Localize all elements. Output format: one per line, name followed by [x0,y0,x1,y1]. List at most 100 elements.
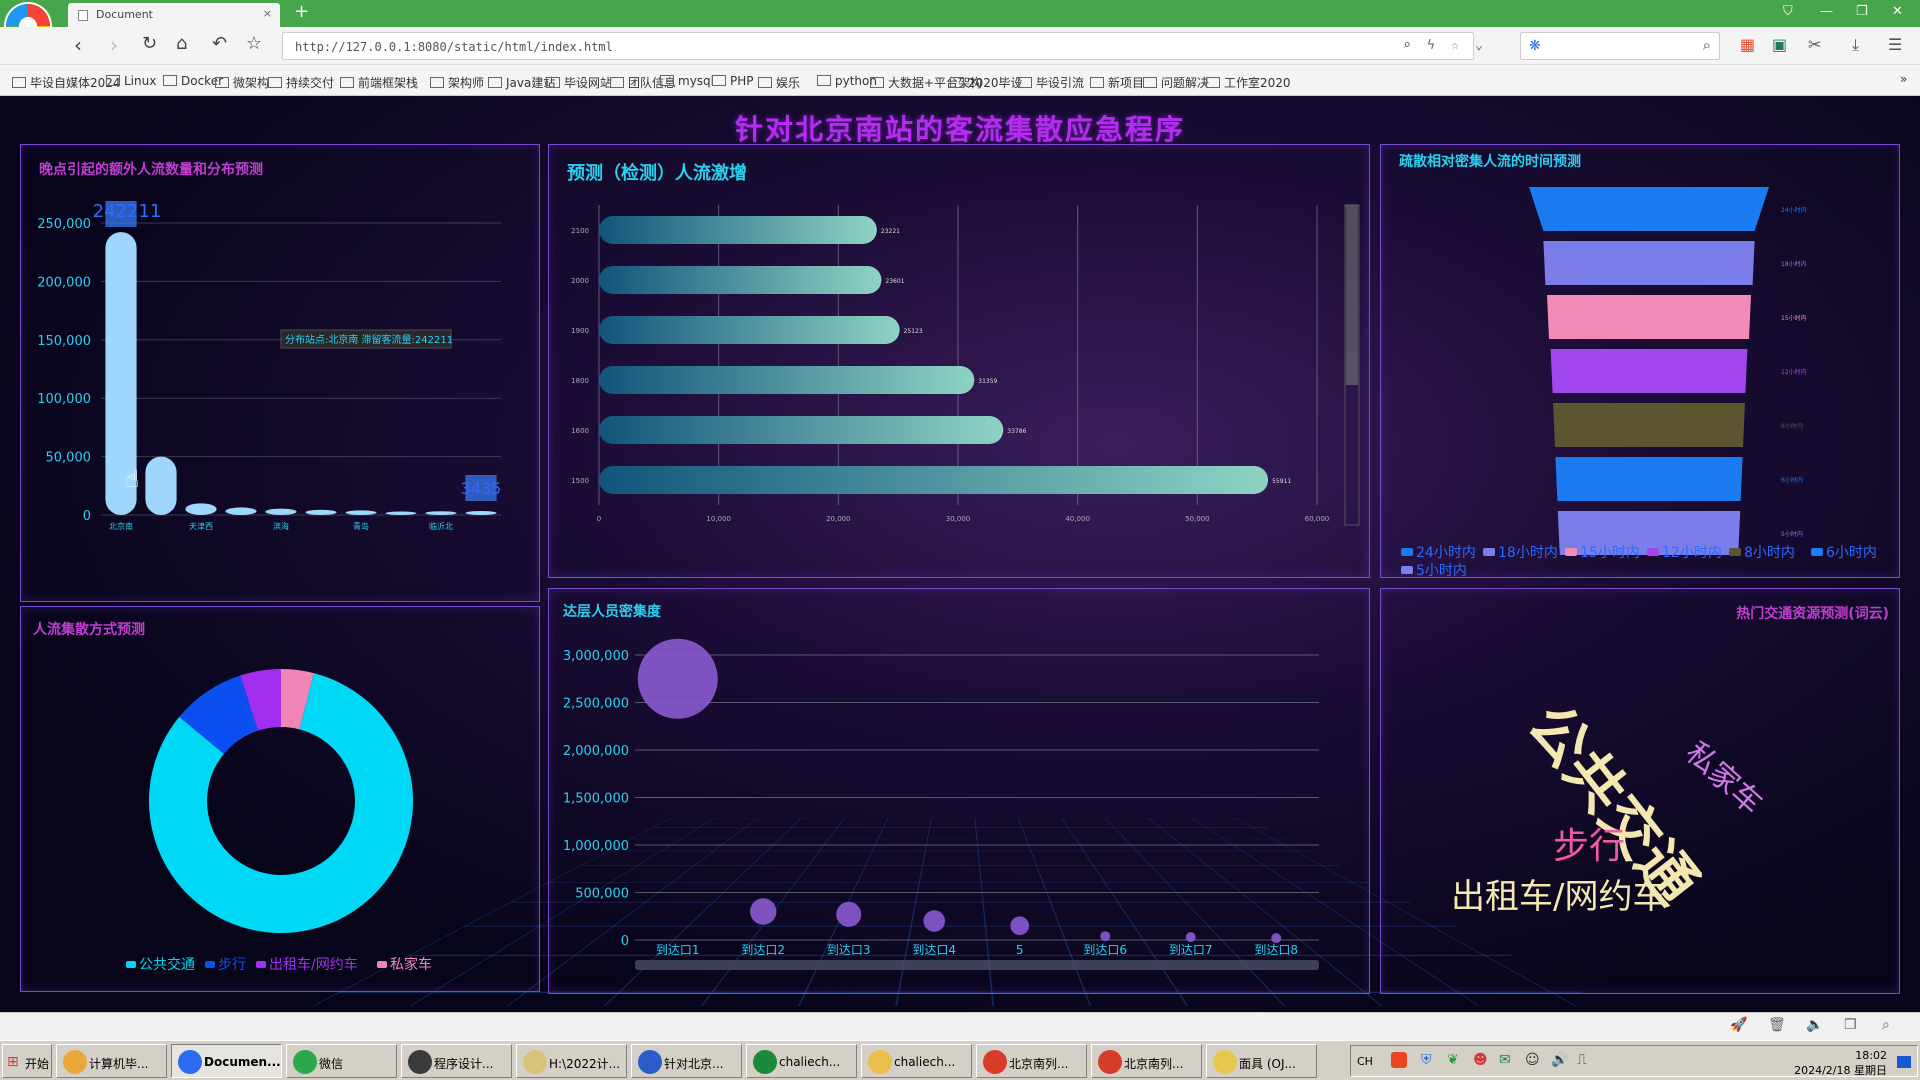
network-icon[interactable]: ⎍ [1577,1052,1587,1068]
reload-icon[interactable]: ↻ [142,33,157,54]
back-icon[interactable]: ‹ [74,33,82,57]
home-icon[interactable]: ⌂ [176,33,187,54]
bookmark-item[interactable]: 毕设网站 [546,74,612,91]
menu-icon[interactable]: ☰ [1888,35,1902,54]
wechat-tray-icon[interactable]: ✉ [1499,1052,1511,1068]
bookmark-item[interactable]: python [817,74,877,88]
bookmark-item[interactable]: 持续交付 [268,74,334,91]
restore-button[interactable]: ❐ [1856,4,1868,19]
zoom-status-icon[interactable]: ⌕ [1882,1017,1890,1033]
y-tick-label: 500,000 [575,887,629,902]
ime-indicator[interactable]: CH [1357,1055,1373,1068]
x-tick-label: 到达口1 [656,943,700,957]
bookmark-item[interactable]: 2020毕设 [950,74,1023,91]
taskbar-item[interactable]: 计算机毕... [56,1044,167,1078]
rocket-icon[interactable]: 🚀 [1730,1017,1747,1033]
tab-document[interactable]: Document × [68,3,280,27]
api-icon[interactable]: ▣ [1772,35,1787,54]
taskbar-item-label: 北京南列... [1009,1057,1069,1071]
window-icon[interactable]: ❐ [1844,1017,1857,1033]
hbar [599,266,882,294]
apps-icon[interactable]: ▦ [1740,35,1755,54]
sogou-icon[interactable] [1391,1052,1407,1068]
bookmark-item[interactable]: 前端框架栈 [340,74,418,91]
taskbar: ⊞ 开始 计算机毕... Documen... 微信 程序设计... H:\2022计.… [0,1040,1920,1080]
x-tick-label: 40,000 [1065,515,1090,523]
search-input[interactable]: ❋ ⌕ [1520,32,1720,60]
bookmark-item[interactable]: 架构师 [430,74,484,91]
app-icon [408,1050,432,1074]
close-tab-icon[interactable]: × [263,7,272,20]
qq-icon[interactable]: ☻ [1473,1052,1488,1068]
bubble-chart: 0 500,000 1,000,000 1,500,000 2,000,000 2,500… [563,638,1319,970]
taskbar-item-label: H:\2022计... [549,1057,621,1071]
show-desktop-icon[interactable] [1897,1056,1911,1068]
bookmark-item[interactable]: PHP [712,74,754,88]
bookmark-item[interactable]: 问题解决 [1143,74,1209,91]
flash-icon[interactable]: ϟ [1427,38,1435,53]
taskbar-item[interactable]: H:\2022计... [516,1044,627,1078]
app-icon [1213,1050,1237,1074]
taskbar-item[interactable]: 针对北京... [631,1044,742,1078]
funnel-segment [1553,403,1745,447]
tooltip-text: 分布站点:北京南 滞留客流量:242211 [285,333,453,346]
scissors-icon[interactable]: ✂ [1808,35,1821,54]
tab-bar: Document × + ⛉ — ❐ ✕ [0,0,1920,27]
taskbar-item[interactable]: 北京南列... [1091,1044,1202,1078]
bookmark-item[interactable]: Linux [106,74,156,88]
zoom-icon[interactable]: ⌕ [1403,38,1411,53]
trash-icon[interactable]: 🗑 [1768,1017,1786,1033]
bookmark-item[interactable]: 新项目 [1090,74,1144,91]
taskbar-item[interactable]: chaliech... [861,1044,972,1078]
bookmark-item[interactable]: 毕设引流 [1018,74,1084,91]
word-private-car: 私家车 [1678,735,1769,822]
new-tab-button[interactable]: + [294,1,309,22]
undo-icon[interactable]: ↶ [212,33,227,54]
url-input[interactable]: http://127.0.0.1:8080/static/html/index.… [282,32,1483,60]
volume-icon[interactable]: 🔊 [1551,1052,1568,1068]
panel-title-hbar: 预测（检测）人流激增 [567,163,747,184]
x-tick-label: 到达口4 [912,943,956,957]
bookmark-item[interactable]: 工作室2020 [1206,74,1291,91]
bookmark-item[interactable]: 娱乐 [758,74,800,91]
hbar [599,416,1004,444]
taskbar-item[interactable]: chaliech... [746,1044,857,1078]
x-tick-label: 到达口3 [827,943,871,957]
bookmarks-overflow-icon[interactable]: » [1900,72,1907,86]
legend-label: 6小时内 [1826,545,1877,561]
taskbar-item[interactable]: Documen... [171,1044,282,1078]
favorite-icon[interactable]: ☆ [1451,38,1459,53]
x-tick-label: 滨海 [273,521,289,531]
x-tick-label: 30,000 [946,515,971,523]
bookmark-star-icon[interactable]: ☆ [246,33,262,54]
shield-icon[interactable]: ⛨ [1421,1052,1432,1068]
dropdown-icon[interactable]: ⌄ [1475,38,1483,53]
start-button[interactable]: ⊞ 开始 [2,1044,52,1078]
x-tick-label: 20,000 [826,515,851,523]
taskbar-item[interactable]: 程序设计... [401,1044,512,1078]
legend-label: 出租车/网约车 [269,956,358,973]
bookmark-item[interactable]: 微架构 [215,74,269,91]
taskbar-item[interactable]: 面具 (OJ... [1206,1044,1317,1078]
windows-logo-icon: ⊞ [7,1054,19,1070]
clock[interactable]: 18:02 2024/2/18 星期日 [1794,1049,1887,1078]
hbar-value-label: 55911 [1272,478,1291,485]
bookmark-item[interactable]: 毕设自媒体2024 [12,74,121,91]
leaf-icon[interactable]: ❦ [1447,1052,1459,1068]
funnel-label: 15小时内 [1781,314,1807,322]
taskbar-item[interactable]: 微信 [286,1044,397,1078]
funnel-segment [1550,349,1748,393]
close-window-button[interactable]: ✕ [1892,4,1903,19]
minimize-button[interactable]: — [1820,4,1833,19]
system-tray: CH ⛨ ❦ ☻ ✉ ☺ 🔊 ⎍ 18:02 2024/2/18 星期日 [1350,1045,1918,1077]
bubble [923,910,946,932]
forward-icon[interactable]: › [110,33,118,57]
bookmark-item[interactable]: mysql [660,74,714,88]
pin-icon[interactable]: ⛉ [1783,4,1793,19]
sound-icon[interactable]: 🔈 [1806,1017,1823,1033]
download-icon[interactable]: ⤓ [1852,35,1859,55]
taskbar-item[interactable]: 北京南列... [976,1044,1087,1078]
penguin-icon[interactable]: ☺ [1525,1052,1540,1068]
search-icon[interactable]: ⌕ [1703,36,1711,54]
funnel-label: 5小时内 [1781,530,1803,538]
